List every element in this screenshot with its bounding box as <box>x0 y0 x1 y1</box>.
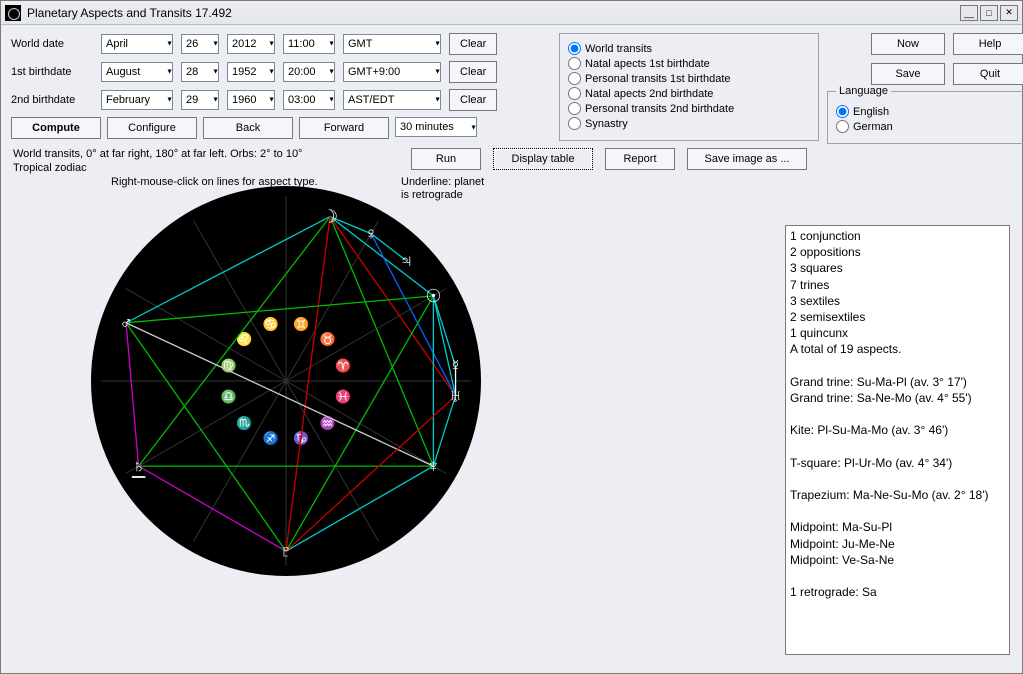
radio-world-transits[interactable] <box>568 42 581 55</box>
display-table-button[interactable]: Display table <box>493 148 593 170</box>
radio-synastry-label: Synastry <box>585 118 628 130</box>
window-title: Planetary Aspects and Transits 17.492 <box>27 6 232 20</box>
radio-natal2[interactable] <box>568 87 581 100</box>
minimize-button[interactable]: __ <box>960 5 978 21</box>
run-button[interactable]: Run <box>411 148 481 170</box>
close-button[interactable]: ✕ <box>1000 5 1018 21</box>
radio-personal1-label: Personal transits 1st birthdate <box>585 73 731 85</box>
results-textarea[interactable]: 1 conjunction 2 oppositions 3 squares 7 … <box>785 225 1010 655</box>
svg-text:♎: ♎ <box>221 389 237 404</box>
birth2-time-select[interactable]: 03:00 <box>283 90 335 110</box>
step-select[interactable]: 30 minutes <box>395 117 477 137</box>
radio-natal2-label: Natal apects 2nd birthdate <box>585 88 713 100</box>
svg-text:♌: ♌ <box>236 332 252 347</box>
wheel-svg: ♈♉♊♋♌♍♎♏♐♑♒♓☽♀♃☉☿♅♆♇♄♂ <box>91 186 481 576</box>
birth1-tz-select[interactable]: GMT+9:00 <box>343 62 441 82</box>
birth2-year-select[interactable]: 1960 <box>227 90 275 110</box>
world-date-label: World date <box>11 38 101 50</box>
back-button[interactable]: Back <box>203 117 293 139</box>
right-panel: Now Help Save Quit Language English Germ… <box>827 33 1023 144</box>
birth1-day-select[interactable]: 28 <box>181 62 219 82</box>
radio-personal2-label: Personal transits 2nd birthdate <box>585 103 734 115</box>
birth1-time-select[interactable]: 20:00 <box>283 62 335 82</box>
svg-text:♃: ♃ <box>400 251 414 271</box>
radio-english[interactable] <box>836 105 849 118</box>
svg-text:♒: ♒ <box>320 415 336 430</box>
app-icon <box>5 5 21 21</box>
mode-group: World transits Natal apects 1st birthdat… <box>559 33 819 141</box>
save-button[interactable]: Save <box>871 63 945 85</box>
birth1-year-select[interactable]: 1952 <box>227 62 275 82</box>
compute-button[interactable]: Compute <box>11 117 101 139</box>
world-year-select[interactable]: 2012 <box>227 34 275 54</box>
svg-text:☽: ☽ <box>322 207 338 227</box>
world-day-select[interactable]: 26 <box>181 34 219 54</box>
svg-text:♐: ♐ <box>263 431 279 446</box>
aspect-wheel[interactable]: ♈♉♊♋♌♍♎♏♐♑♒♓☽♀♃☉☿♅♆♇♄♂ <box>91 186 481 576</box>
world-time-select[interactable]: 11:00 <box>283 34 335 54</box>
configure-button[interactable]: Configure <box>107 117 197 139</box>
forward-button[interactable]: Forward <box>299 117 389 139</box>
clear-world-button[interactable]: Clear <box>449 33 497 55</box>
svg-text:♅: ♅ <box>449 386 463 406</box>
radio-german[interactable] <box>836 120 849 133</box>
world-tz-select[interactable]: GMT <box>343 34 441 54</box>
content-area: World date April 26 2012 11:00 GMT Clear… <box>1 25 1022 673</box>
svg-text:♀: ♀ <box>364 224 378 244</box>
clear-birth2-button[interactable]: Clear <box>449 89 497 111</box>
chart-container: Right-mouse-click on lines for aspect ty… <box>11 176 491 606</box>
radio-world-transits-label: World transits <box>585 43 652 55</box>
language-group: Language English German <box>827 85 1023 144</box>
svg-text:♓: ♓ <box>335 389 351 404</box>
quit-button[interactable]: Quit <box>953 63 1023 85</box>
birth2-month-select[interactable]: February <box>101 90 173 110</box>
radio-german-label: German <box>853 121 893 133</box>
radio-synastry[interactable] <box>568 117 581 130</box>
svg-text:♈: ♈ <box>335 358 351 373</box>
svg-text:♏: ♏ <box>236 415 252 430</box>
birth2-day-select[interactable]: 29 <box>181 90 219 110</box>
radio-personal2[interactable] <box>568 102 581 115</box>
save-image-button[interactable]: Save image as ... <box>687 148 807 170</box>
svg-text:♆: ♆ <box>427 456 441 476</box>
now-button[interactable]: Now <box>871 33 945 55</box>
svg-text:☿: ☿ <box>449 356 463 376</box>
birth2-tz-select[interactable]: AST/EDT <box>343 90 441 110</box>
maximize-button[interactable]: □ <box>980 5 998 21</box>
svg-text:♉: ♉ <box>320 332 336 347</box>
svg-text:♊: ♊ <box>293 316 309 331</box>
world-month-select[interactable]: April <box>101 34 173 54</box>
titlebar: Planetary Aspects and Transits 17.492 __… <box>1 1 1022 25</box>
birth2-label: 2nd birthdate <box>11 94 101 106</box>
svg-text:♄: ♄ <box>132 456 146 476</box>
birth1-label: 1st birthdate <box>11 66 101 78</box>
language-legend: Language <box>836 85 891 97</box>
help-button[interactable]: Help <box>953 33 1023 55</box>
svg-text:♂: ♂ <box>119 313 133 333</box>
report-button[interactable]: Report <box>605 148 675 170</box>
date-inputs: World date April 26 2012 11:00 GMT Clear… <box>11 33 551 139</box>
svg-text:♋: ♋ <box>263 316 279 331</box>
svg-text:☉: ☉ <box>425 286 441 306</box>
radio-english-label: English <box>853 106 889 118</box>
radio-personal1[interactable] <box>568 72 581 85</box>
radio-natal1[interactable] <box>568 57 581 70</box>
app-window: Planetary Aspects and Transits 17.492 __… <box>0 0 1023 674</box>
radio-natal1-label: Natal apects 1st birthdate <box>585 58 710 70</box>
clear-birth1-button[interactable]: Clear <box>449 61 497 83</box>
svg-text:♇: ♇ <box>279 541 293 561</box>
birth1-month-select[interactable]: August <box>101 62 173 82</box>
